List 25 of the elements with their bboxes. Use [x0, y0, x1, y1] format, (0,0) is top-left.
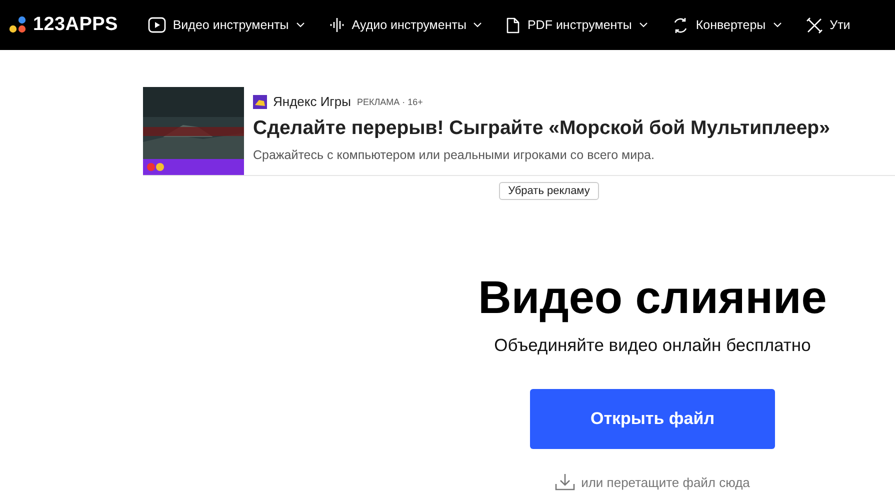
chevron-down-icon: [473, 22, 482, 28]
chevron-down-icon: [772, 22, 782, 28]
play-icon: [148, 17, 166, 33]
advertiser-name[interactable]: Яндекс Игры: [273, 94, 351, 109]
nav-menu-item[interactable]: Аудио инструменты: [328, 16, 482, 34]
ad-title[interactable]: Сделайте перерыв! Сыграйте «Морской бой Мультиплеер»: [253, 117, 830, 140]
download-icon: [555, 473, 576, 492]
ad-description: Сражайтесь с компьютером или реальными игроками со всего мира.: [253, 148, 656, 162]
convert-icon: [672, 16, 689, 34]
chevron-down-icon: [296, 22, 305, 28]
page-title: Видео слияние: [478, 270, 827, 325]
tools-icon: [806, 16, 823, 34]
drop-hint: или перетащите файл сюда: [581, 474, 750, 490]
remove-ad-button[interactable]: Убрать рекламу: [499, 182, 599, 200]
nav-menu-item[interactable]: Видео инструменты: [148, 16, 305, 34]
document-icon: [506, 16, 520, 34]
nav-menu-item[interactable]: Конвертеры: [672, 16, 782, 34]
chevron-down-icon: [638, 22, 648, 28]
ad-label: РЕКЛАМА · 16+: [357, 96, 423, 106]
nav-menu-item[interactable]: PDF инструменты: [506, 16, 648, 34]
open-file-button[interactable]: Открыть файл: [530, 389, 775, 450]
page-subtitle: Объединяйте видео онлайн бесплатно: [494, 335, 811, 356]
logo-text[interactable]: 123APPS: [33, 14, 118, 36]
nav-menu-item[interactable]: Ути: [806, 16, 850, 34]
sound-wave-icon: [328, 17, 345, 33]
